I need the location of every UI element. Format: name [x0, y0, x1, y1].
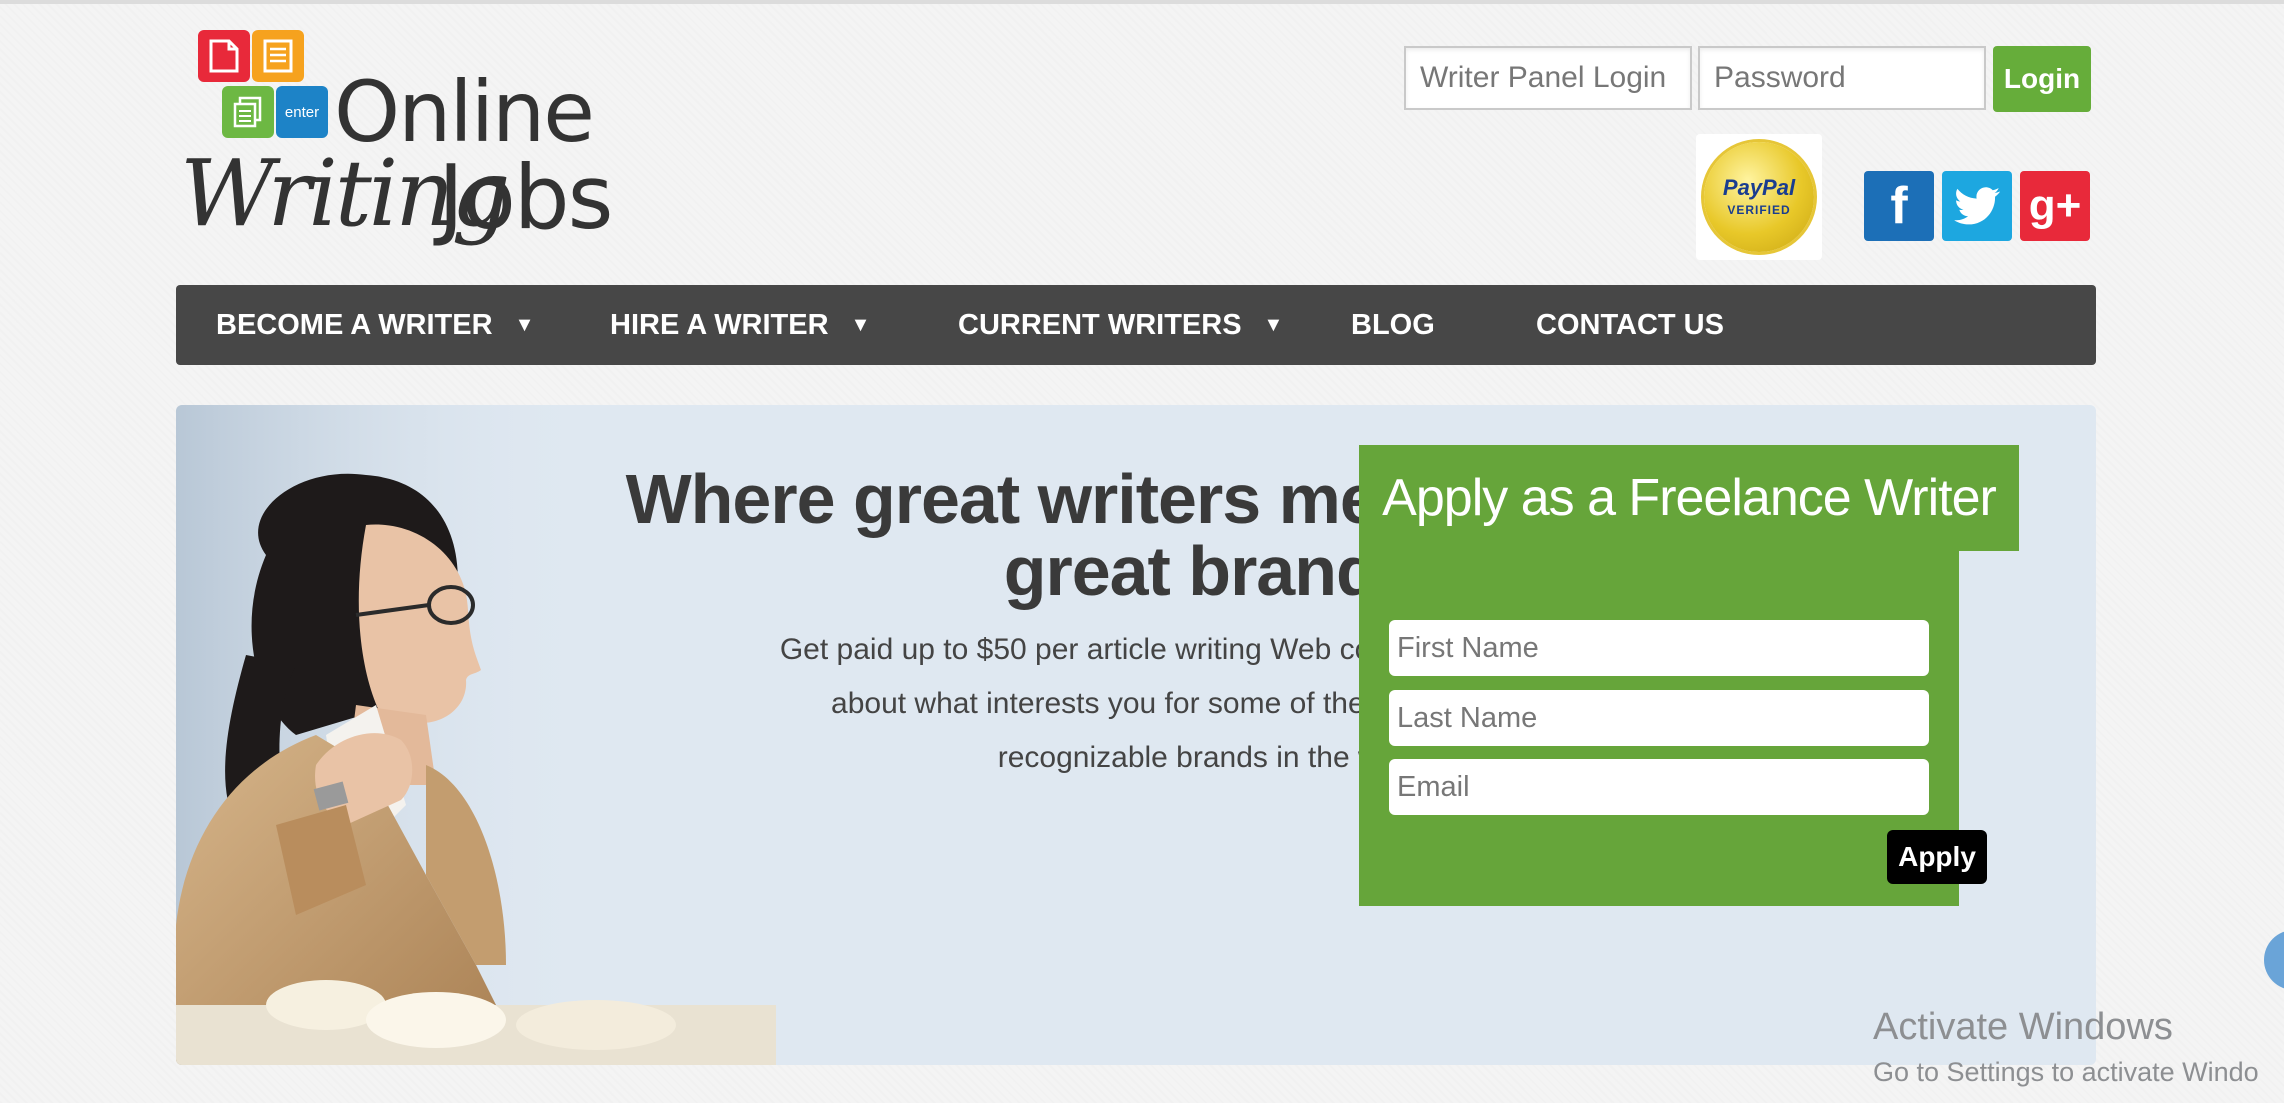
paypal-seal-icon: PayPal VERIFIED	[1704, 142, 1814, 252]
nav-label: HIRE A WRITER	[610, 308, 829, 341]
paypal-status-text: VERIFIED	[1727, 203, 1791, 217]
nav-label: BECOME A WRITER	[216, 308, 493, 341]
twitter-icon[interactable]	[1942, 171, 2012, 241]
chat-widget-icon[interactable]	[2264, 930, 2284, 990]
nav-contact-us[interactable]: CONTACT US	[1536, 285, 1724, 365]
document-icon	[198, 30, 250, 82]
nav-blog[interactable]: BLOG	[1351, 285, 1435, 365]
subtext-line-2: about what interests you for some of the…	[831, 687, 1438, 720]
nav-current-writers[interactable]: CURRENT WRITERS ▼	[958, 285, 1283, 365]
subtext-line-1: Get paid up to $50 per article writing W…	[779, 633, 1438, 666]
headline-line-1: Where great writers meet	[625, 460, 1439, 538]
facebook-glyph: f	[1890, 177, 1908, 235]
twitter-bird-glyph	[1954, 187, 2000, 225]
password-input[interactable]	[1698, 46, 1986, 110]
logo-text-jobs: Jobs	[438, 146, 613, 249]
activate-windows-subtitle: Go to Settings to activate Windo	[1873, 1057, 2259, 1087]
apply-button[interactable]: Apply	[1887, 830, 1987, 884]
login-button[interactable]: Login	[1993, 46, 2091, 112]
headline-line-2: great brands!	[1003, 532, 1439, 610]
email-input[interactable]	[1389, 759, 1929, 815]
googleplus-glyph: g+	[2028, 181, 2082, 230]
caret-down-icon: ▼	[850, 313, 871, 336]
first-name-input[interactable]	[1389, 620, 1929, 676]
nav-hire-a-writer[interactable]: HIRE A WRITER ▼	[610, 285, 870, 365]
googleplus-icon[interactable]: g+	[2020, 171, 2090, 241]
caret-down-icon: ▼	[1263, 313, 1284, 336]
nav-label: BLOG	[1351, 308, 1435, 341]
nav-label: CONTACT US	[1536, 308, 1724, 341]
pages-icon	[222, 86, 274, 138]
main-nav: BECOME A WRITER ▼ HIRE A WRITER ▼ CURREN…	[176, 285, 2096, 365]
enter-key-label: enter	[284, 103, 320, 121]
top-border	[0, 0, 2284, 4]
nav-become-a-writer[interactable]: BECOME A WRITER ▼	[216, 285, 534, 365]
paypal-brand-text: PayPal	[1722, 175, 1796, 200]
caret-down-icon: ▼	[514, 313, 535, 336]
hero-headline: Where great writers meet great brands!	[476, 460, 1439, 610]
notes-icon	[252, 30, 304, 82]
subtext-line-3: recognizable brands in the world.	[997, 741, 1438, 774]
nav-label: CURRENT WRITERS	[958, 308, 1242, 341]
writer-login-input[interactable]	[1404, 46, 1692, 110]
paypal-verified-badge: PayPal VERIFIED	[1696, 134, 1822, 260]
last-name-input[interactable]	[1389, 690, 1929, 746]
hero-subtext: Get paid up to $50 per article writing W…	[556, 623, 1438, 785]
activate-windows-watermark: Activate Windows Go to Settings to activ…	[1873, 1006, 2259, 1088]
activate-windows-title: Activate Windows	[1873, 1006, 2173, 1048]
facebook-icon[interactable]: f	[1864, 171, 1934, 241]
enter-key-icon: enter	[276, 86, 328, 138]
apply-form-title: Apply as a Freelance Writer	[1359, 445, 2019, 551]
site-logo[interactable]: enter Online Writing Jobs	[176, 28, 636, 263]
